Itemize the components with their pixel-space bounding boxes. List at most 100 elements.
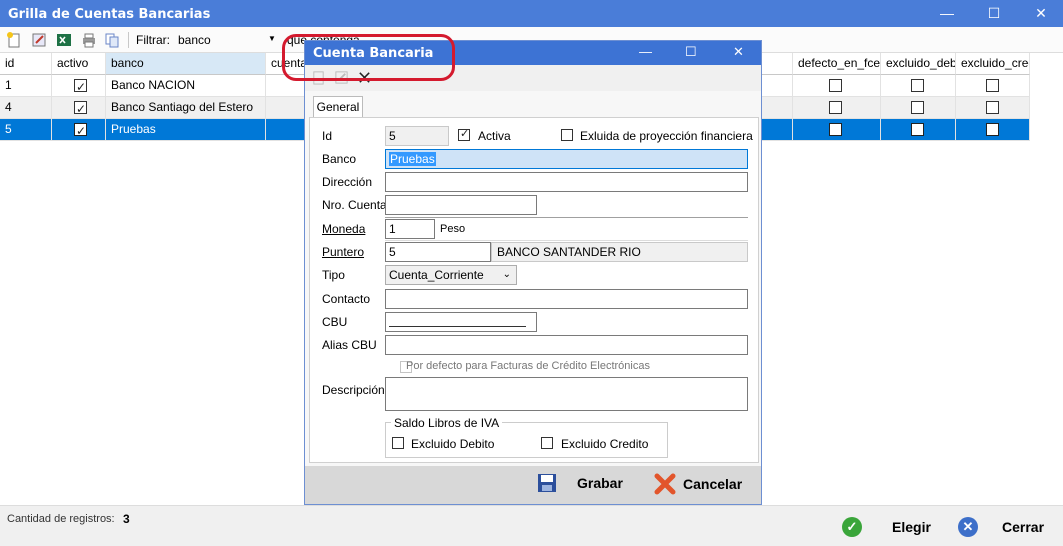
- general-panel: Id 5 Activa Exluida de proyección financ…: [309, 117, 759, 463]
- toolbar-separator: [128, 32, 129, 48]
- cell-banco: Pruebas: [106, 119, 266, 141]
- defecto-fce-label: Por defecto para Facturas de Crédito Ele…: [406, 360, 650, 372]
- contacto-label: Contacto: [322, 292, 371, 306]
- descripcion-field[interactable]: [385, 377, 748, 411]
- cell-defecto[interactable]: [793, 119, 881, 141]
- column-header-id[interactable]: id: [0, 53, 52, 75]
- cell-excluido-debito[interactable]: [881, 119, 956, 141]
- cerrar-button[interactable]: ✕ Cerrar: [958, 515, 1044, 539]
- checkbox-excluido-credito[interactable]: [986, 79, 999, 92]
- puntero-link[interactable]: Puntero: [322, 245, 364, 259]
- column-header-excluido-credito[interactable]: excluido_credito: [956, 53, 1030, 75]
- edit-icon[interactable]: [31, 32, 47, 48]
- excluida-checkbox[interactable]: [561, 129, 573, 141]
- cell-excluido-credito[interactable]: [956, 97, 1030, 119]
- defecto-fce-text: Por defecto para Facturas de Crédito Ele…: [406, 360, 650, 372]
- elegir-label: Elegir: [892, 519, 931, 535]
- cell-excluido-credito[interactable]: [956, 75, 1030, 97]
- highlight-annotation: [282, 34, 455, 81]
- banco-field[interactable]: Pruebas: [385, 149, 748, 169]
- minimize-button[interactable]: —: [925, 0, 969, 27]
- save-icon: [538, 474, 556, 492]
- print-icon[interactable]: [81, 32, 97, 48]
- tipo-label: Tipo: [322, 268, 345, 282]
- cell-id: 4: [0, 97, 52, 119]
- checkbox-excluido-credito[interactable]: [986, 123, 999, 136]
- check-icon: ✓: [842, 517, 862, 537]
- activa-label: Activa: [478, 129, 511, 143]
- cbu-mask-line: [389, 326, 526, 327]
- cell-excluido-credito[interactable]: [956, 119, 1030, 141]
- grabar-label: Grabar: [577, 475, 623, 491]
- checkbox-defecto[interactable]: [829, 123, 842, 136]
- checkbox-activo[interactable]: [74, 99, 87, 118]
- id-label: Id: [322, 129, 333, 143]
- iva-group-title: Saldo Libros de IVA: [391, 416, 503, 430]
- tab-general[interactable]: General: [313, 96, 363, 118]
- checkbox-activo[interactable]: [74, 77, 87, 96]
- cell-defecto[interactable]: [793, 75, 881, 97]
- alias-cbu-field[interactable]: [385, 335, 748, 355]
- cbu-field[interactable]: [385, 312, 537, 332]
- excluida-label: Exluida de proyección financiera: [580, 129, 753, 143]
- filter-label: Filtrar:: [136, 33, 170, 47]
- chevron-down-icon[interactable]: ▼: [268, 34, 276, 43]
- descripcion-label: Descripción: [322, 383, 385, 397]
- close-button[interactable]: ✕: [1019, 0, 1063, 27]
- record-count-label: Cantidad de registros:: [7, 513, 115, 525]
- cell-defecto[interactable]: [793, 97, 881, 119]
- copy-icon[interactable]: [104, 32, 120, 48]
- puntero-field[interactable]: 5: [385, 242, 491, 262]
- column-header-activo[interactable]: activo: [52, 53, 106, 75]
- nro-cuenta-field[interactable]: [385, 195, 537, 215]
- id-field: 5: [385, 126, 449, 146]
- dialog-footer: Grabar Cancelar: [305, 466, 761, 504]
- cell-id: 5: [0, 119, 52, 141]
- excluido-debito-checkbox[interactable]: [392, 437, 404, 449]
- tipo-select[interactable]: Cuenta_Corriente ⌄: [385, 265, 517, 285]
- excluido-credito-checkbox[interactable]: [541, 437, 553, 449]
- cancelar-button[interactable]: Cancelar: [654, 473, 742, 495]
- direccion-field[interactable]: [385, 172, 748, 192]
- cell-activo[interactable]: [52, 75, 106, 97]
- checkbox-excluido-debito[interactable]: [911, 123, 924, 136]
- divider: [385, 217, 748, 218]
- cancelar-label: Cancelar: [683, 476, 743, 492]
- checkbox-excluido-debito[interactable]: [911, 101, 924, 114]
- grabar-button[interactable]: Grabar: [537, 473, 623, 493]
- column-header-defecto[interactable]: defecto_en_fce: [793, 53, 881, 75]
- nro-cuenta-label: Nro. Cuenta: [322, 198, 387, 212]
- cell-cuenta: [266, 97, 306, 119]
- moneda-field[interactable]: 1: [385, 219, 435, 239]
- record-count-value: 3: [123, 512, 130, 526]
- dialog-close-button[interactable]: ✕: [733, 44, 744, 60]
- dialog-minimize-button[interactable]: —: [639, 44, 652, 59]
- cell-excluido-debito[interactable]: [881, 97, 956, 119]
- cell-cuenta: [266, 119, 306, 141]
- tipo-value: Cuenta_Corriente: [389, 268, 484, 282]
- checkbox-activo[interactable]: [74, 121, 87, 140]
- excel-icon[interactable]: [56, 32, 72, 48]
- maximize-button[interactable]: ☐: [972, 0, 1016, 27]
- cell-activo[interactable]: [52, 97, 106, 119]
- status-bar: Cantidad de registros: 3 ✓ Elegir ✕ Cerr…: [0, 505, 1063, 546]
- moneda-link[interactable]: Moneda: [322, 222, 365, 236]
- checkbox-defecto[interactable]: [829, 79, 842, 92]
- filter-field-select[interactable]: banco: [178, 33, 211, 47]
- cell-excluido-debito[interactable]: [881, 75, 956, 97]
- checkbox-excluido-debito[interactable]: [911, 79, 924, 92]
- cerrar-label: Cerrar: [1002, 519, 1045, 535]
- elegir-button[interactable]: ✓ Elegir: [842, 515, 931, 539]
- activa-checkbox[interactable]: [458, 127, 470, 141]
- column-header-banco[interactable]: banco: [106, 53, 266, 75]
- cell-banco: Banco NACION: [106, 75, 266, 97]
- new-icon[interactable]: [6, 32, 22, 48]
- column-header-excluido-debito[interactable]: excluido_debito: [881, 53, 956, 75]
- contacto-field[interactable]: [385, 289, 748, 309]
- dialog-maximize-button[interactable]: ☐: [685, 44, 697, 60]
- checkbox-defecto[interactable]: [829, 101, 842, 114]
- direccion-label: Dirección: [322, 175, 373, 189]
- banco-label: Banco: [322, 152, 357, 166]
- checkbox-excluido-credito[interactable]: [986, 101, 999, 114]
- cell-activo[interactable]: [52, 119, 106, 141]
